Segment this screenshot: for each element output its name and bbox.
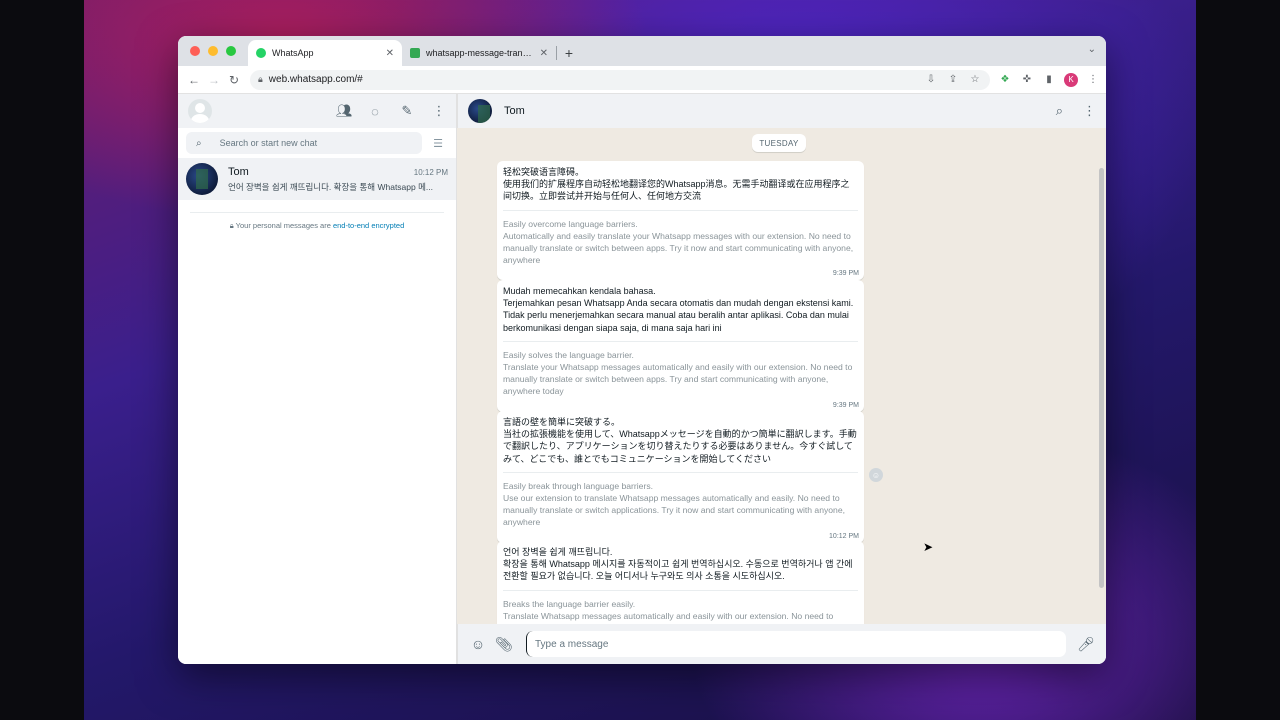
menu-icon[interactable]: ⋮ <box>1083 103 1096 119</box>
emoji-icon[interactable]: ☺ <box>468 636 488 652</box>
new-chat-icon[interactable]: ✎ <box>400 103 414 119</box>
message-bubble[interactable]: 轻松突破语言障碍。 使用我们的扩展程序自动轻松地翻译您的Whatsapp消息。无… <box>497 161 864 281</box>
forward-arrow-icon[interactable]: → <box>204 70 224 90</box>
contact-avatar[interactable] <box>468 99 492 123</box>
translation-divider <box>503 209 858 211</box>
whatsapp-favicon-icon <box>256 48 266 58</box>
browser-window: WhatsApp ✕ whatsapp-message-translator ✕… <box>178 36 1106 664</box>
microphone-icon[interactable]: 🎤︎ <box>1076 636 1096 653</box>
browser-toolbar: ← → ↻ 🔒︎ web.whatsapp.com/# ⇩ ⇪ ☆ ❖ ✜ ▮ … <box>178 66 1106 94</box>
chat-list-item[interactable]: Tom 10:12 PM 언어 장벽을 쉽게 깨뜨립니다. 확장을 통해 Wha… <box>178 158 456 200</box>
search-row: ⌕ Search or start new chat ☰ <box>178 128 456 158</box>
reload-icon[interactable]: ↻ <box>224 70 244 90</box>
message-composer: ☺ 📎︎ 🎤︎ <box>457 624 1106 664</box>
contact-avatar <box>186 163 218 195</box>
minimize-window-button[interactable] <box>208 46 218 56</box>
url-text: web.whatsapp.com/# <box>268 74 363 85</box>
chat-time: 10:12 PM <box>413 167 448 177</box>
lock-icon: 🔒︎ <box>229 221 234 230</box>
side-panel-icon[interactable]: ▮ <box>1042 74 1056 85</box>
tab-strip: WhatsApp ✕ whatsapp-message-translator ✕… <box>178 36 1106 66</box>
filter-icon[interactable]: ☰ <box>428 137 448 150</box>
install-app-icon[interactable]: ⇩ <box>924 74 938 85</box>
sidebar-header: 👥︎ ◌ ✎ ⋮ <box>178 94 456 128</box>
date-chip: TUESDAY <box>752 134 806 152</box>
share-icon[interactable]: ⇪ <box>946 74 960 85</box>
lock-icon: 🔒︎ <box>258 74 263 84</box>
translation-divider <box>503 471 858 473</box>
whatsapp-app: 👥︎ ◌ ✎ ⋮ ⌕ Search or start new chat ☰ To… <box>178 94 1106 664</box>
message-input[interactable] <box>526 631 1066 657</box>
encryption-notice: 🔒︎ Your personal messages are end-to-end… <box>178 221 456 231</box>
profile-avatar[interactable]: K <box>1064 72 1078 87</box>
sidebar-divider <box>190 212 444 213</box>
search-icon[interactable]: ⌕ <box>1056 103 1063 119</box>
tab-title: WhatsApp <box>272 48 314 58</box>
window-controls <box>178 36 248 66</box>
message-translation-text: Breaks the language barrier easily. Tran… <box>503 598 834 624</box>
encryption-notice-text: Your personal messages are <box>235 221 333 230</box>
menu-icon[interactable]: ⋮ <box>432 103 446 119</box>
search-icon: ⌕ <box>196 137 202 149</box>
tab-title: whatsapp-message-translator <box>426 48 536 58</box>
browser-menu-icon[interactable]: ⋮ <box>1086 74 1100 85</box>
tab-whatsapp[interactable]: WhatsApp ✕ <box>248 40 402 66</box>
attach-paperclip-icon[interactable]: 📎︎ <box>494 636 514 653</box>
tab-translator[interactable]: whatsapp-message-translator ✕ <box>402 40 556 66</box>
message-original-text: 言語の壁を簡単に突破する。 当社の拡張機能を使用して、Whatsappメッセージ… <box>503 417 857 464</box>
mouse-cursor-icon: ➤ <box>923 540 934 554</box>
message-bubble[interactable]: 言語の壁を簡単に突破する。 当社の拡張機能を使用して、Whatsappメッセージ… <box>497 411 864 543</box>
translator-favicon-icon <box>410 48 420 58</box>
back-arrow-icon[interactable]: ← <box>184 70 204 90</box>
conversation-header[interactable]: Tom ⌕ ⋮ <box>457 94 1106 128</box>
bookmark-star-icon[interactable]: ☆ <box>968 74 982 85</box>
extensions-puzzle-icon[interactable]: ✜ <box>1020 74 1034 85</box>
message-translation-text: Easily break through language barriers. … <box>503 480 845 528</box>
message-time: 9:39 PM <box>832 270 859 278</box>
message-original-text: 언어 장벽을 쉽게 깨뜨립니다. 확장을 통해 Whatsapp 메시지를 자동… <box>503 547 853 582</box>
chat-name: Tom <box>228 165 249 178</box>
maximize-window-button[interactable] <box>226 46 236 56</box>
emoji-reaction-icon[interactable]: ☺ <box>869 468 883 482</box>
message-original-text: Mudah memecahkan kendala bahasa. Terjema… <box>503 286 854 333</box>
message-bubble[interactable]: Mudah memecahkan kendala bahasa. Terjema… <box>497 280 864 412</box>
tab-search-chevron-icon[interactable]: ⌄ <box>1088 44 1096 55</box>
message-translation-text: Easily solves the language barrier. Tran… <box>503 349 853 397</box>
encryption-link[interactable]: end-to-end encrypted <box>333 221 404 230</box>
scrollbar[interactable] <box>1099 168 1104 588</box>
search-input[interactable]: ⌕ Search or start new chat <box>186 132 422 154</box>
contact-name[interactable]: Tom <box>504 105 525 117</box>
my-avatar[interactable] <box>188 99 212 123</box>
close-tab-icon[interactable]: ✕ <box>386 48 394 59</box>
communities-icon[interactable]: 👥︎ <box>336 103 353 119</box>
translation-divider <box>503 589 858 591</box>
message-translation-text: Easily overcome language barriers. Autom… <box>503 218 854 266</box>
conversation-panel: Tom ⌕ ⋮ TUESDAY 轻松突破语言障碍。 使用我们的扩展程序自动轻松地… <box>457 94 1106 664</box>
translator-extension-icon[interactable]: ❖ <box>998 74 1012 85</box>
search-placeholder: Search or start new chat <box>219 138 318 148</box>
message-list[interactable]: TUESDAY 轻松突破语言障碍。 使用我们的扩展程序自动轻松地翻译您的What… <box>457 128 1106 624</box>
new-tab-button[interactable]: + <box>557 40 581 66</box>
message-time: 9:39 PM <box>832 401 859 409</box>
address-bar[interactable]: 🔒︎ web.whatsapp.com/# ⇩ ⇪ ☆ <box>250 69 990 90</box>
message-bubble[interactable]: 언어 장벽을 쉽게 깨뜨립니다. 확장을 통해 Whatsapp 메시지를 자동… <box>497 541 864 624</box>
close-window-button[interactable] <box>190 46 200 56</box>
status-icon[interactable]: ◌ <box>368 104 382 119</box>
close-tab-icon[interactable]: ✕ <box>540 48 548 59</box>
chat-preview: 언어 장벽을 쉽게 깨뜨립니다. 확장을 통해 Whatsapp 메... <box>228 181 434 192</box>
chat-sidebar: 👥︎ ◌ ✎ ⋮ ⌕ Search or start new chat ☰ To… <box>178 94 457 664</box>
message-original-text: 轻松突破语言障碍。 使用我们的扩展程序自动轻松地翻译您的Whatsapp消息。无… <box>503 167 850 202</box>
message-time: 10:12 PM <box>829 532 859 540</box>
translation-divider <box>503 340 858 342</box>
